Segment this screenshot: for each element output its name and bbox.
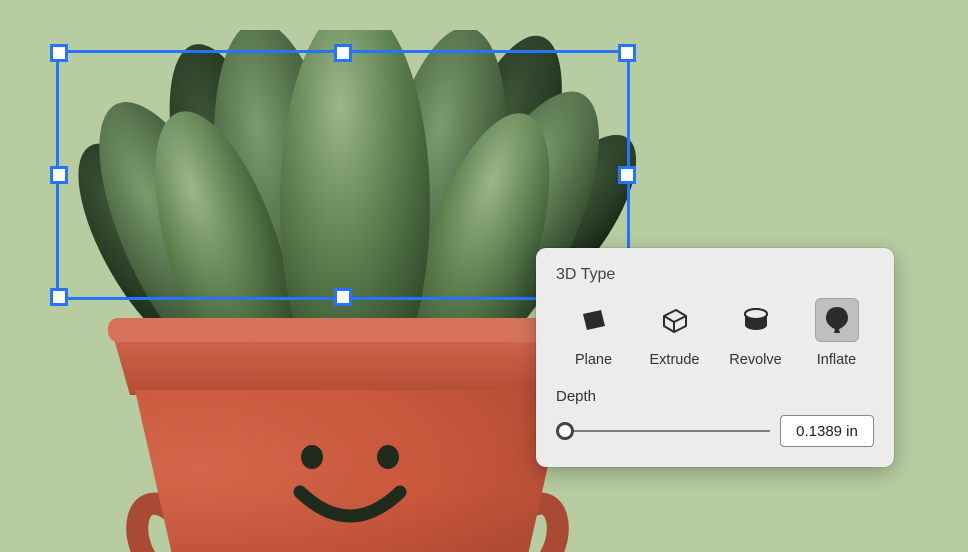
depth-slider-thumb[interactable] (556, 422, 574, 440)
depth-slider-track (564, 430, 770, 432)
3d-type-extrude-button[interactable]: Extrude (637, 298, 712, 368)
revolve-icon (740, 305, 772, 335)
selection-handle-e[interactable] (618, 166, 636, 184)
3d-type-label: Extrude (650, 352, 700, 368)
depth-value-input[interactable] (780, 415, 874, 447)
design-canvas[interactable]: 3D Type Plane (0, 0, 968, 552)
selection-handle-w[interactable] (50, 166, 68, 184)
panel-3d-type: 3D Type Plane (536, 248, 894, 467)
plane-icon (579, 305, 609, 335)
depth-label: Depth (556, 388, 874, 405)
selection-handle-ne[interactable] (618, 44, 636, 62)
3d-type-label: Inflate (817, 352, 857, 368)
3d-type-label: Revolve (729, 352, 781, 368)
panel-title: 3D Type (556, 266, 874, 284)
3d-type-inflate-button[interactable]: Inflate (799, 298, 874, 368)
3d-type-label: Plane (575, 352, 612, 368)
depth-slider[interactable] (556, 422, 770, 440)
selection-handle-s[interactable] (334, 288, 352, 306)
selection-handle-n[interactable] (334, 44, 352, 62)
extrude-icon (659, 304, 691, 336)
3d-type-options-row: Plane Extrude (556, 298, 874, 368)
inflate-icon (823, 304, 851, 336)
depth-control-row (556, 415, 874, 447)
3d-type-plane-button[interactable]: Plane (556, 298, 631, 368)
selection-handle-sw[interactable] (50, 288, 68, 306)
3d-type-revolve-button[interactable]: Revolve (718, 298, 793, 368)
selection-handle-nw[interactable] (50, 44, 68, 62)
